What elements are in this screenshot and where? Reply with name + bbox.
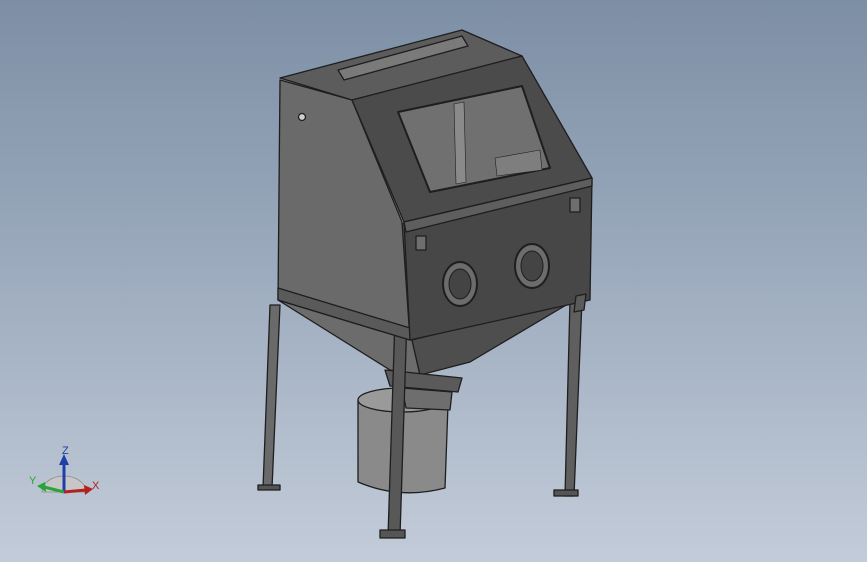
bucket-clamp [401, 387, 453, 411]
orientation-triad: Z Y X [26, 440, 106, 510]
x-axis-label: X [92, 480, 100, 492]
latch-left [415, 235, 427, 251]
graphics-viewport[interactable]: Z Y X [0, 0, 867, 562]
y-arrow [37, 482, 46, 492]
foot-back-right [553, 489, 579, 497]
side-panel-hole [297, 112, 307, 122]
x-axis [63, 488, 87, 494]
leg-back-right [564, 299, 583, 497]
latch-right [569, 197, 581, 213]
foot-back-left [257, 484, 281, 491]
leg-front-right-upper [573, 293, 587, 313]
sandblast-cabinet-model[interactable] [0, 0, 867, 562]
window-reflection [453, 101, 467, 185]
leg-back-left [262, 304, 281, 489]
y-axis-label: Y [29, 475, 37, 487]
foot-front-left [379, 529, 406, 539]
z-axis-label: Z [62, 445, 69, 457]
